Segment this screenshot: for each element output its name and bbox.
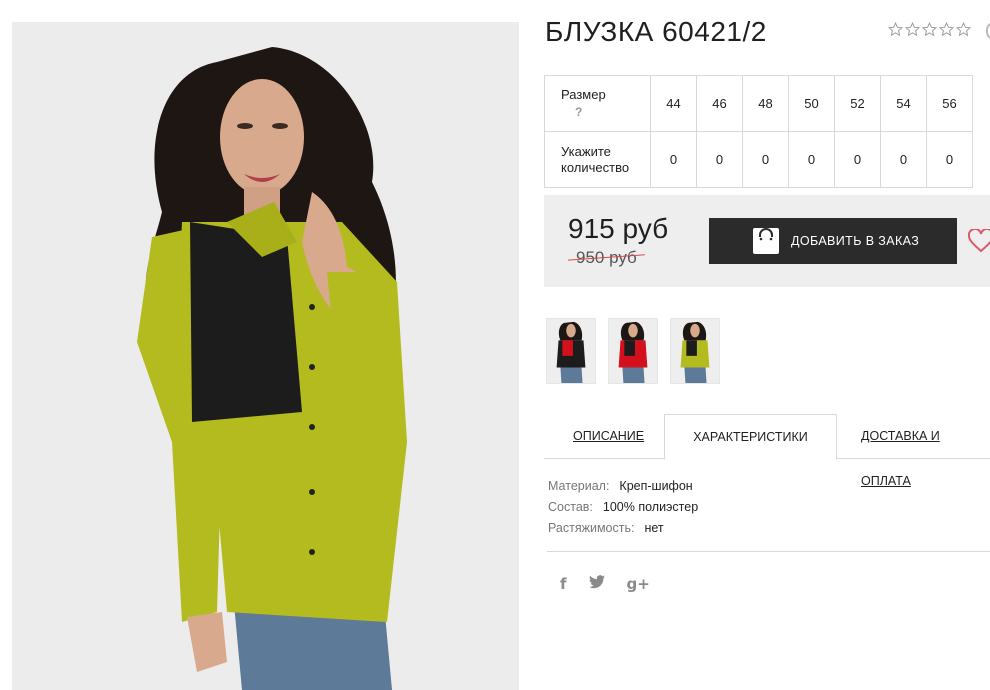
star-icon[interactable] — [905, 22, 920, 37]
quantity-input[interactable]: 0 — [894, 152, 914, 167]
characteristic-value: Креп-шифон — [619, 479, 693, 493]
quantity-input[interactable]: 0 — [756, 152, 776, 167]
thumbnail-strip — [546, 318, 720, 384]
add-to-order-button[interactable]: ДОБАВИТЬ В ЗАКАЗ — [709, 218, 957, 264]
tab-description[interactable]: ОПИСАНИЕ — [573, 414, 644, 459]
gplus-icon[interactable]: g+ — [627, 575, 650, 593]
characteristic-key: Материал: — [548, 479, 610, 493]
size-value: 56 — [926, 75, 973, 132]
thumbnail-olive-black[interactable] — [670, 318, 720, 384]
divider — [547, 551, 990, 552]
size-label: Размер — [561, 87, 606, 102]
facebook-icon[interactable]: f — [560, 575, 567, 593]
characteristic-value: 100% полиэстер — [602, 500, 699, 514]
characteristic-key: Растяжимость: — [548, 521, 635, 535]
tab-delivery[interactable]: ДОСТАВКА И ОПЛАТА — [861, 414, 990, 488]
quantity-cell: 0 — [650, 131, 697, 188]
heart-icon[interactable] — [968, 229, 990, 253]
characteristic-row: Состав: 100% полиэстер — [548, 497, 698, 518]
quantity-label-line1: Укажите — [561, 143, 611, 159]
quantity-cell: 0 — [742, 131, 789, 188]
quantity-cell: 0 — [696, 131, 743, 188]
product-main-photo[interactable] — [12, 22, 519, 690]
characteristic-row: Материал: Креп-шифон — [548, 476, 698, 497]
star-icon[interactable] — [922, 22, 937, 37]
size-table: Размер ? 44 46 48 50 52 54 56 Укажите ко… — [544, 75, 973, 188]
size-value: 54 — [880, 75, 927, 132]
tab-characteristics[interactable]: ХАРАКТЕРИСТИКИ — [664, 414, 837, 460]
bag-icon — [753, 228, 779, 254]
quantity-input[interactable]: 0 — [710, 152, 730, 167]
social-share: f g+ — [560, 575, 650, 593]
size-value: 48 — [742, 75, 789, 132]
star-icon[interactable] — [956, 22, 971, 37]
characteristic-value: нет — [644, 521, 664, 535]
size-value: 50 — [788, 75, 835, 132]
size-row: Размер ? 44 46 48 50 52 54 56 — [544, 75, 973, 132]
quantity-cell: 0 — [926, 131, 973, 188]
price-box: 915 руб 950 руб ДОБАВИТЬ В ЗАКАЗ — [544, 195, 990, 287]
quantity-input[interactable]: 0 — [940, 152, 960, 167]
current-price: 915 руб — [568, 213, 669, 244]
rating-stars[interactable] — [888, 22, 971, 37]
quantity-input[interactable]: 0 — [664, 152, 684, 167]
thumbnail-red-black[interactable] — [608, 318, 658, 384]
product-title: БЛУЗКА 60421/2 — [545, 16, 767, 47]
characteristic-key: Состав: — [548, 500, 593, 514]
thumbnail-black-red[interactable] — [546, 318, 596, 384]
twitter-bird-icon — [588, 575, 605, 589]
size-help-icon[interactable]: ? — [561, 104, 650, 120]
size-label-cell: Размер ? — [544, 75, 651, 132]
quantity-input[interactable]: 0 — [802, 152, 822, 167]
product-tabs: ОПИСАНИЕ ХАРАКТЕРИСТИКИ ДОСТАВКА И ОПЛАТ… — [544, 414, 990, 488]
characteristics-list: Материал: Креп-шифон Состав: 100% полиэс… — [548, 476, 698, 539]
quantity-label-cell: Укажите количество — [544, 131, 651, 188]
quantity-label-line2: количество — [561, 159, 630, 175]
add-to-order-label: ДОБАВИТЬ В ЗАКАЗ — [791, 234, 920, 248]
characteristic-row: Растяжимость: нет — [548, 518, 698, 539]
quantity-row: Укажите количество 0 0 0 0 0 0 0 — [544, 131, 973, 188]
quantity-cell: 0 — [788, 131, 835, 188]
quantity-cell: 0 — [834, 131, 881, 188]
size-value: 52 — [834, 75, 881, 132]
partial-icon-cut — [986, 22, 990, 40]
size-value: 44 — [650, 75, 697, 132]
size-value: 46 — [696, 75, 743, 132]
star-icon[interactable] — [939, 22, 954, 37]
twitter-icon[interactable] — [588, 575, 605, 593]
star-icon[interactable] — [888, 22, 903, 37]
quantity-input[interactable]: 0 — [848, 152, 868, 167]
old-price: 950 руб — [568, 248, 645, 268]
quantity-cell: 0 — [880, 131, 927, 188]
